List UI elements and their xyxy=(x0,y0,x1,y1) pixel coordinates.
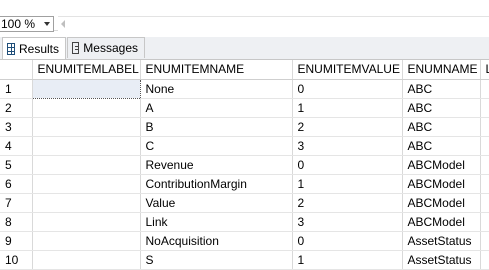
enumitemname-cell[interactable]: Link xyxy=(140,212,293,232)
enumname-cell[interactable]: AssetStatus xyxy=(402,231,481,251)
scroll-left-arrow-icon[interactable] xyxy=(61,20,65,28)
messages-icon xyxy=(72,42,80,54)
row-number[interactable]: 7 xyxy=(0,193,33,213)
header-row: ENUMITEMLABEL ENUMITEMNAME ENUMITEMVALUE… xyxy=(0,60,489,80)
table-row[interactable]: 7 Value 2 ABCModel xyxy=(0,193,489,213)
row-number[interactable]: 2 xyxy=(0,98,33,118)
overflow-cell[interactable] xyxy=(480,136,489,156)
enumitemvalue-cell[interactable]: 0 xyxy=(292,79,403,99)
enumitemlabel-cell[interactable] xyxy=(32,250,141,270)
row-number[interactable]: 5 xyxy=(0,155,33,175)
zoom-toolbar: 100 % xyxy=(0,0,489,32)
column-header-enumitemvalue[interactable]: ENUMITEMVALUE xyxy=(292,60,403,80)
overflow-cell[interactable] xyxy=(480,212,489,232)
row-number[interactable]: 8 xyxy=(0,212,33,232)
table-row[interactable]: 9 NoAcquisition 0 AssetStatus xyxy=(0,231,489,251)
tab-messages-label: Messages xyxy=(83,41,138,55)
enumitemname-cell[interactable]: Value xyxy=(140,193,293,213)
enumitemlabel-cell[interactable] xyxy=(32,98,141,118)
tab-messages[interactable]: Messages xyxy=(67,37,145,58)
enumitemlabel-cell[interactable] xyxy=(32,212,141,232)
enumitemlabel-cell[interactable] xyxy=(32,136,141,156)
enumitemlabel-cell[interactable] xyxy=(32,231,141,251)
column-header-l[interactable]: L xyxy=(480,60,489,80)
enumitemvalue-cell[interactable]: 1 xyxy=(292,250,403,270)
tab-results[interactable]: Results xyxy=(2,37,66,59)
row-number[interactable]: 4 xyxy=(0,136,33,156)
enumitemvalue-cell[interactable]: 1 xyxy=(292,174,403,194)
table-row[interactable]: 2 A 1 ABC xyxy=(0,98,489,118)
table-row[interactable]: 10 S 1 AssetStatus xyxy=(0,250,489,270)
enumname-cell[interactable]: ABC xyxy=(402,117,481,137)
zoom-value: 100 % xyxy=(1,17,36,31)
enumname-cell[interactable]: ABCModel xyxy=(402,155,481,175)
enumitemname-cell[interactable]: A xyxy=(140,98,293,118)
overflow-cell[interactable] xyxy=(480,117,489,137)
enumitemname-cell[interactable]: S xyxy=(140,250,293,270)
enumname-cell[interactable]: ABC xyxy=(402,136,481,156)
enumitemvalue-cell[interactable]: 3 xyxy=(292,136,403,156)
enumname-cell[interactable]: ABC xyxy=(402,79,481,99)
enumitemname-cell[interactable]: ContributionMargin xyxy=(140,174,293,194)
enumitemvalue-cell[interactable]: 3 xyxy=(292,212,403,232)
chevron-down-icon xyxy=(44,22,50,26)
column-header-enumname[interactable]: ENUMNAME xyxy=(402,60,481,80)
enumitemvalue-cell[interactable]: 1 xyxy=(292,98,403,118)
row-number[interactable]: 3 xyxy=(0,117,33,137)
enumitemlabel-cell[interactable] xyxy=(32,117,141,137)
enumname-cell[interactable]: ABC xyxy=(402,98,481,118)
overflow-cell[interactable] xyxy=(480,231,489,251)
row-number[interactable]: 6 xyxy=(0,174,33,194)
enumitemname-cell[interactable]: None xyxy=(140,79,293,99)
column-header-enumitemlabel[interactable]: ENUMITEMLABEL xyxy=(32,60,141,80)
enumitemvalue-cell[interactable]: 2 xyxy=(292,193,403,213)
results-grid[interactable]: ENUMITEMLABEL ENUMITEMNAME ENUMITEMVALUE… xyxy=(0,60,489,270)
column-header-enumitemname[interactable]: ENUMITEMNAME xyxy=(140,60,293,80)
result-tabs: Results Messages xyxy=(0,37,489,60)
table-row[interactable]: 1 None 0 ABC xyxy=(0,78,489,99)
enumname-cell[interactable]: ABCModel xyxy=(402,193,481,213)
enumitemname-cell[interactable]: Revenue xyxy=(140,155,293,175)
table-row[interactable]: 3 B 2 ABC xyxy=(0,117,489,137)
overflow-cell[interactable] xyxy=(480,250,489,270)
enumitemvalue-cell[interactable]: 2 xyxy=(292,117,403,137)
enumitemname-cell[interactable]: C xyxy=(140,136,293,156)
table-row[interactable]: 6 ContributionMargin 1 ABCModel xyxy=(0,174,489,194)
table-row[interactable]: 5 Revenue 0 ABCModel xyxy=(0,155,489,175)
horizontal-scrollbar[interactable] xyxy=(58,16,489,31)
overflow-cell[interactable] xyxy=(480,155,489,175)
enumname-cell[interactable]: ABCModel xyxy=(402,174,481,194)
overflow-cell[interactable] xyxy=(480,193,489,213)
overflow-cell[interactable] xyxy=(480,98,489,118)
enumitemvalue-cell[interactable]: 0 xyxy=(292,231,403,251)
column-header-rownum[interactable] xyxy=(0,60,33,80)
overflow-cell[interactable] xyxy=(480,79,489,99)
table-row[interactable]: 4 C 3 ABC xyxy=(0,136,489,156)
table-row[interactable]: 8 Link 3 ABCModel xyxy=(0,212,489,232)
row-number[interactable]: 10 xyxy=(0,250,33,270)
enumitemlabel-cell[interactable] xyxy=(32,155,141,175)
overflow-cell[interactable] xyxy=(480,174,489,194)
enumname-cell[interactable]: AssetStatus xyxy=(402,250,481,270)
enumitemlabel-cell[interactable] xyxy=(31,78,141,99)
enumname-cell[interactable]: ABCModel xyxy=(402,212,481,232)
results-grid-icon xyxy=(7,42,15,55)
enumitemname-cell[interactable]: B xyxy=(140,117,293,137)
enumitemname-cell[interactable]: NoAcquisition xyxy=(140,231,293,251)
enumitemlabel-cell[interactable] xyxy=(32,174,141,194)
row-number[interactable]: 1 xyxy=(0,79,33,99)
enumitemvalue-cell[interactable]: 0 xyxy=(292,155,403,175)
tab-results-label: Results xyxy=(18,41,59,56)
zoom-dropdown[interactable]: 100 % xyxy=(0,16,54,32)
row-number[interactable]: 9 xyxy=(0,231,33,251)
enumitemlabel-cell[interactable] xyxy=(32,193,141,213)
